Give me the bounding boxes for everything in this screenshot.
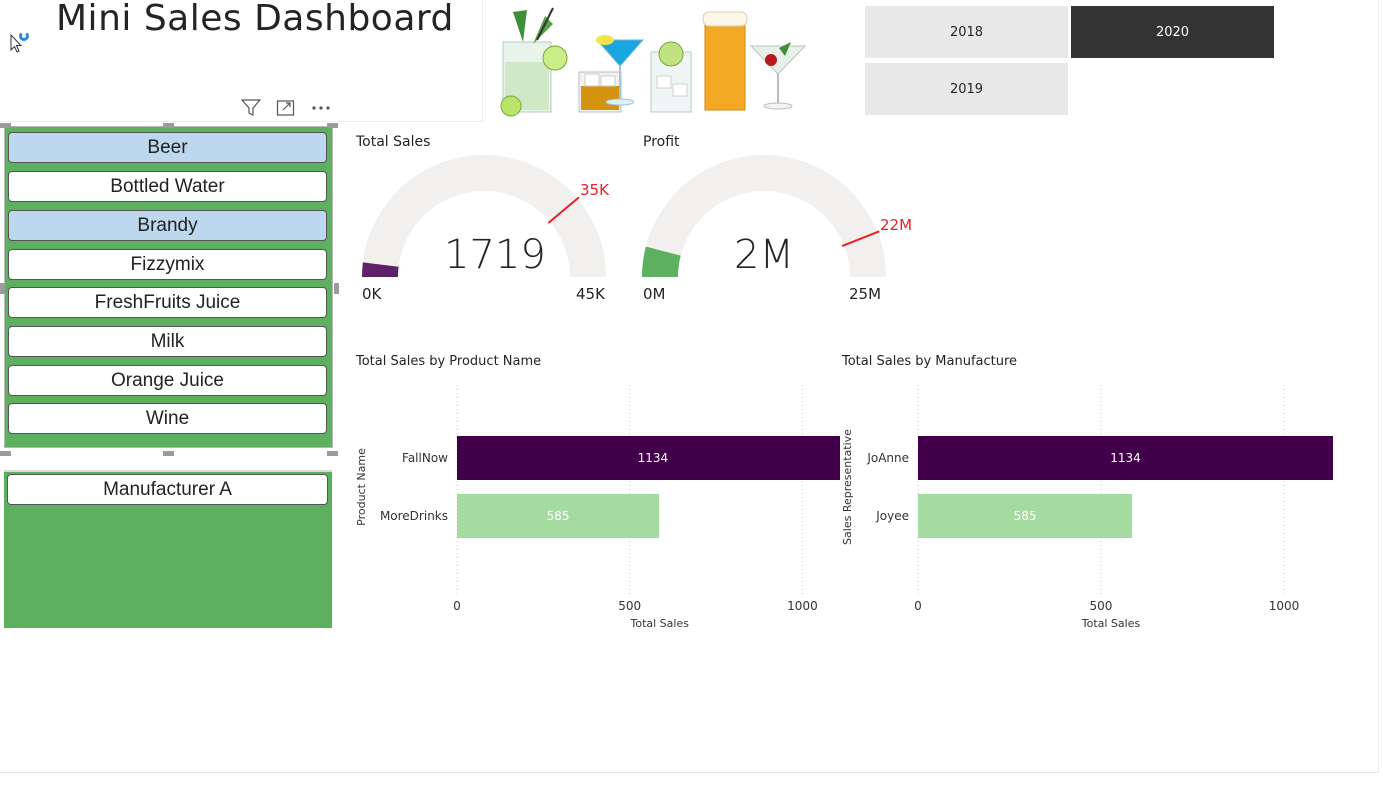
gauge-min-total-sales: 0K: [362, 285, 382, 303]
category-label: MoreDrinks: [380, 509, 448, 523]
manufacturer-slicer[interactable]: Manufacturer A: [4, 470, 332, 628]
resize-handle[interactable]: [327, 451, 338, 456]
page-title: Mini Sales Dashboard: [56, 0, 454, 39]
product-item-label: Milk: [150, 330, 185, 352]
year-tile-2018[interactable]: 2018: [865, 6, 1068, 58]
bar-data-label: 1134: [638, 451, 669, 465]
bar-data-label: 1134: [1110, 451, 1141, 465]
chart-title-product: Total Sales by Product Name: [356, 354, 542, 369]
manufacturer-item-label: Manufacturer A: [103, 478, 232, 500]
gauge-min-profit: 0M: [643, 285, 666, 303]
more-options-icon[interactable]: [311, 98, 331, 118]
category-label: JoAnne: [866, 451, 909, 465]
resize-handle[interactable]: [334, 283, 339, 294]
chart-title-manufacture: Total Sales by Manufacture: [842, 354, 1018, 369]
product-item-wine[interactable]: Wine: [8, 403, 327, 434]
gauge-max-total-sales: 45K: [576, 285, 605, 303]
product-item-bottled-water[interactable]: Bottled Water: [8, 171, 327, 202]
product-item-label: Brandy: [137, 214, 198, 236]
loading-spinner-icon: [19, 31, 29, 41]
resize-handle[interactable]: [163, 451, 174, 456]
year-tile-2020[interactable]: 2020: [1071, 6, 1274, 58]
resize-handle[interactable]: [0, 283, 5, 294]
bar-data-label: 585: [547, 509, 570, 523]
product-item-beer[interactable]: Beer: [8, 132, 327, 163]
resize-handle[interactable]: [327, 123, 338, 128]
total-sales-by-product-chart[interactable]: 0 500 1000 1134 FallNow 585 MoreDrinks Total Sa…: [350, 375, 840, 635]
product-item-label: FreshFruits Juice: [94, 291, 241, 313]
product-item-label: Bottled Water: [110, 175, 225, 197]
category-label: FallNow: [402, 451, 448, 465]
x-axis-title: Total Sales: [1081, 617, 1141, 630]
x-tick-label: 0: [914, 599, 922, 613]
page-right-border: [1378, 0, 1379, 773]
cocktails-drinks-image: [500, 7, 807, 117]
product-item-orange-juice[interactable]: Orange Juice: [8, 365, 327, 396]
year-label: 2020: [1155, 24, 1190, 40]
filter-icon[interactable]: [241, 98, 261, 118]
x-tick-label: 1000: [1269, 599, 1300, 613]
product-item-fizzymix[interactable]: Fizzymix: [8, 249, 327, 280]
focus-mode-icon[interactable]: [276, 98, 296, 118]
year-tile-2019[interactable]: 2019: [865, 63, 1068, 115]
product-slicer[interactable]: Beer Bottled Water Brandy Fizzymix Fresh…: [4, 126, 333, 448]
product-item-label: Wine: [145, 407, 190, 429]
x-tick-label: 500: [618, 599, 641, 613]
page-bottom-border: [0, 772, 1378, 773]
bar-data-label: 585: [1014, 509, 1037, 523]
x-axis-title: Total Sales: [629, 617, 689, 630]
gauge-target-profit: 22M: [880, 216, 913, 234]
resize-handle[interactable]: [0, 123, 11, 128]
x-tick-label: 500: [1090, 599, 1113, 613]
year-label: 2019: [949, 81, 984, 97]
category-label: Joyee: [875, 509, 909, 523]
product-item-milk[interactable]: Milk: [8, 326, 327, 357]
y-axis-title: Product Name: [355, 448, 368, 526]
gauge-value-profit: 2M: [734, 232, 794, 278]
product-item-label: Fizzymix: [130, 253, 205, 275]
gauge-max-profit: 25M: [849, 285, 882, 303]
product-item-freshfruits-juice[interactable]: FreshFruits Juice: [8, 287, 327, 318]
product-item-brandy[interactable]: Brandy: [8, 210, 327, 241]
x-tick-label: 0: [453, 599, 461, 613]
total-sales-by-manufacture-chart[interactable]: 0 500 1000 1134 JoAnne 585 Joyee Total Sales Sal…: [836, 375, 1341, 635]
x-tick-label: 1000: [787, 599, 818, 613]
manufacturer-item-a[interactable]: Manufacturer A: [7, 474, 328, 505]
product-item-label: Beer: [147, 136, 188, 158]
product-item-label: Orange Juice: [110, 369, 224, 391]
gauge-title-profit: Profit: [643, 134, 680, 150]
resize-handle[interactable]: [0, 451, 11, 456]
gauge-title-total-sales: Total Sales: [356, 134, 431, 150]
year-label: 2018: [949, 24, 984, 40]
resize-handle[interactable]: [163, 123, 174, 128]
y-axis-title: Sales Representative: [841, 429, 854, 545]
gauge-value-total-sales: 1719: [444, 232, 546, 278]
gauge-target-total-sales: 35K: [580, 181, 609, 199]
